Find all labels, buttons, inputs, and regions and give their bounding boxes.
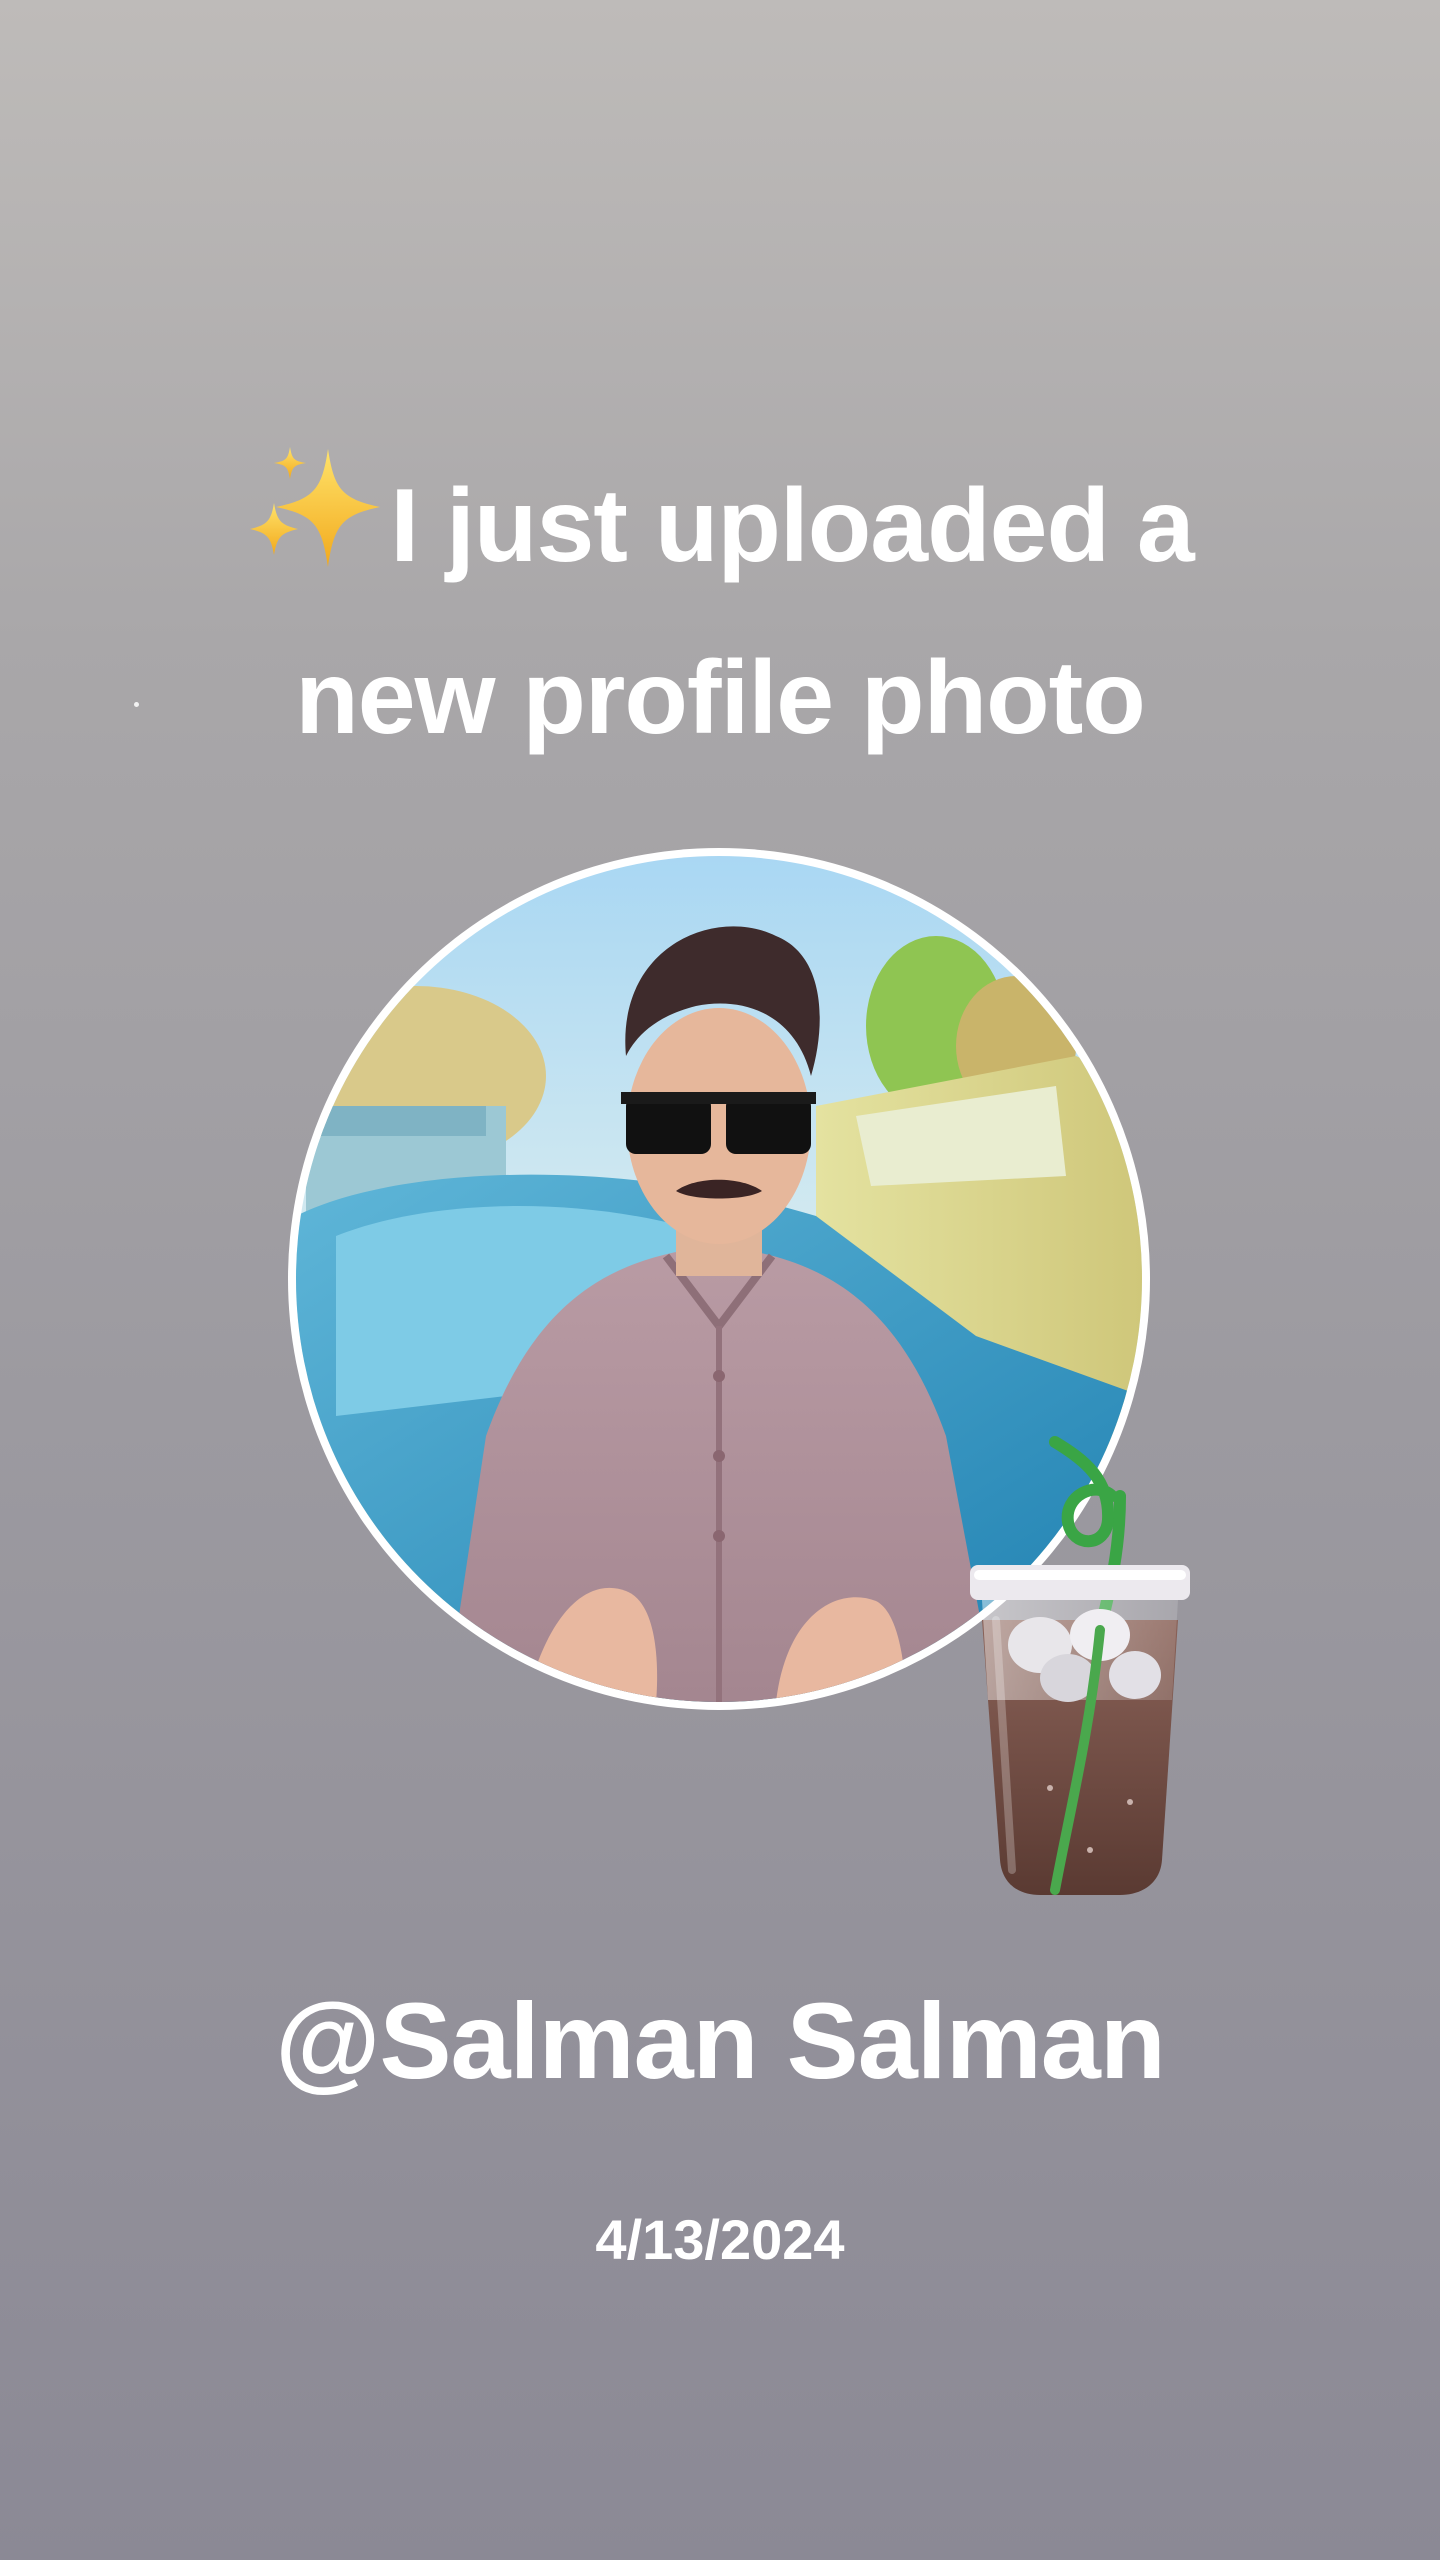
sparkles-icon bbox=[246, 441, 386, 581]
iced-drink-sticker bbox=[960, 1430, 1200, 1900]
headline: I just uploaded a new profile photo bbox=[120, 440, 1320, 784]
upload-date: 4/13/2024 bbox=[595, 2208, 845, 2271]
headline-text-1: I just uploaded a bbox=[390, 468, 1195, 584]
decorative-dot bbox=[134, 702, 139, 707]
headline-line-2: new profile photo bbox=[295, 640, 1146, 756]
username: @Salman Salman bbox=[275, 1980, 1166, 2101]
headline-line-1: I just uploaded a bbox=[120, 440, 1320, 612]
